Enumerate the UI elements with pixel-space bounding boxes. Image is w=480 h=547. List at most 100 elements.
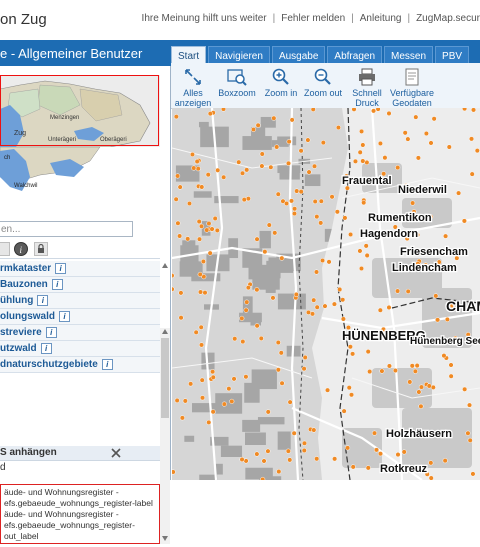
- building-marker[interactable]: [254, 236, 260, 242]
- building-marker[interactable]: [278, 350, 284, 356]
- building-marker[interactable]: [414, 363, 420, 369]
- building-marker[interactable]: [313, 269, 320, 275]
- building-marker[interactable]: [188, 381, 194, 387]
- building-marker[interactable]: [254, 323, 260, 329]
- building-marker[interactable]: [232, 336, 238, 342]
- building-marker[interactable]: [358, 265, 365, 272]
- layer-item[interactable]: streviere i: [0, 325, 160, 341]
- building-marker[interactable]: [262, 249, 268, 255]
- building-marker[interactable]: [446, 144, 452, 150]
- building-marker[interactable]: [204, 227, 210, 233]
- report-error-link[interactable]: Fehler melden: [281, 13, 345, 24]
- building-marker[interactable]: [318, 198, 324, 204]
- lock-icon[interactable]: [34, 242, 48, 256]
- building-marker[interactable]: [448, 373, 454, 379]
- info-icon[interactable]: i: [59, 310, 70, 322]
- building-marker[interactable]: [435, 317, 441, 323]
- building-marker[interactable]: [200, 258, 206, 265]
- building-marker[interactable]: [275, 367, 281, 373]
- layer-item[interactable]: Bauzonen i: [0, 277, 160, 293]
- building-marker[interactable]: [377, 451, 384, 457]
- overview-map[interactable]: Zug Menzingen Unterägeri Oberägeri: [0, 75, 160, 147]
- building-marker[interactable]: [196, 219, 202, 225]
- info-tool-icon[interactable]: i: [14, 242, 28, 256]
- building-marker[interactable]: [175, 220, 181, 226]
- building-marker[interactable]: [177, 233, 183, 239]
- building-marker[interactable]: [279, 255, 285, 261]
- building-marker[interactable]: [244, 167, 250, 173]
- available-geodata-button[interactable]: Verfügbare Geodaten: [387, 67, 437, 108]
- info-icon[interactable]: i: [55, 262, 67, 274]
- building-marker[interactable]: [462, 386, 468, 392]
- lower-scrollbar[interactable]: [160, 328, 170, 544]
- building-marker[interactable]: [357, 149, 363, 155]
- zoom-in-button[interactable]: Zoom in: [261, 67, 301, 98]
- building-marker[interactable]: [285, 160, 292, 166]
- building-marker[interactable]: [360, 142, 366, 148]
- building-marker[interactable]: [298, 148, 304, 154]
- building-marker[interactable]: [259, 163, 265, 169]
- building-marker[interactable]: [254, 451, 260, 457]
- building-marker[interactable]: [375, 108, 381, 112]
- building-marker[interactable]: [431, 116, 437, 122]
- info-icon[interactable]: i: [45, 326, 57, 338]
- building-marker[interactable]: [341, 408, 347, 414]
- result-list[interactable]: äude- und Wohnungsregister - efs.gebaeud…: [0, 484, 160, 544]
- building-marker[interactable]: [347, 344, 353, 350]
- building-marker[interactable]: [172, 469, 176, 475]
- building-marker[interactable]: [244, 299, 250, 305]
- building-marker[interactable]: [259, 151, 265, 157]
- building-marker[interactable]: [258, 335, 264, 341]
- building-marker[interactable]: [250, 126, 257, 133]
- building-marker[interactable]: [311, 427, 317, 433]
- building-marker[interactable]: [194, 158, 200, 165]
- building-marker[interactable]: [470, 108, 477, 113]
- building-marker[interactable]: [221, 174, 227, 180]
- building-marker[interactable]: [210, 409, 216, 415]
- building-marker[interactable]: [322, 303, 328, 309]
- building-marker[interactable]: [276, 469, 282, 475]
- building-marker[interactable]: [271, 115, 277, 121]
- building-marker[interactable]: [301, 440, 308, 446]
- building-marker[interactable]: [285, 448, 291, 454]
- building-marker[interactable]: [325, 387, 331, 393]
- building-marker[interactable]: [371, 430, 378, 436]
- zoom-out-button[interactable]: Zoom out: [303, 67, 343, 98]
- building-marker[interactable]: [311, 297, 317, 303]
- building-marker[interactable]: [456, 190, 462, 196]
- building-marker[interactable]: [360, 158, 366, 164]
- building-marker[interactable]: [255, 122, 261, 128]
- building-marker[interactable]: [199, 184, 205, 190]
- building-marker[interactable]: [177, 184, 183, 190]
- building-marker[interactable]: [409, 363, 415, 369]
- building-marker[interactable]: [462, 108, 468, 112]
- building-marker[interactable]: [261, 458, 267, 464]
- building-marker[interactable]: [270, 295, 276, 301]
- building-marker[interactable]: [415, 155, 421, 161]
- layer-item[interactable]: dnaturschutzgebiete i: [0, 357, 160, 373]
- building-marker[interactable]: [284, 200, 290, 207]
- building-marker[interactable]: [426, 383, 432, 389]
- building-marker[interactable]: [191, 165, 197, 171]
- building-marker[interactable]: [279, 380, 285, 386]
- building-marker[interactable]: [428, 475, 434, 480]
- building-marker[interactable]: [442, 458, 448, 464]
- building-marker[interactable]: [231, 376, 237, 382]
- building-marker[interactable]: [371, 108, 377, 114]
- info-icon[interactable]: i: [101, 358, 113, 370]
- building-marker[interactable]: [210, 374, 216, 380]
- building-marker[interactable]: [199, 395, 206, 401]
- building-marker[interactable]: [305, 137, 311, 143]
- building-marker[interactable]: [173, 114, 179, 120]
- building-marker[interactable]: [410, 200, 416, 206]
- building-marker[interactable]: [469, 171, 475, 177]
- building-marker[interactable]: [189, 151, 196, 158]
- building-marker[interactable]: [382, 155, 388, 161]
- building-marker[interactable]: [363, 243, 369, 249]
- building-marker[interactable]: [334, 209, 340, 215]
- building-marker[interactable]: [407, 379, 413, 385]
- quick-print-button[interactable]: Schnell Druck: [349, 67, 385, 108]
- building-marker[interactable]: [287, 457, 293, 463]
- building-marker[interactable]: [365, 465, 371, 471]
- building-marker[interactable]: [212, 215, 218, 222]
